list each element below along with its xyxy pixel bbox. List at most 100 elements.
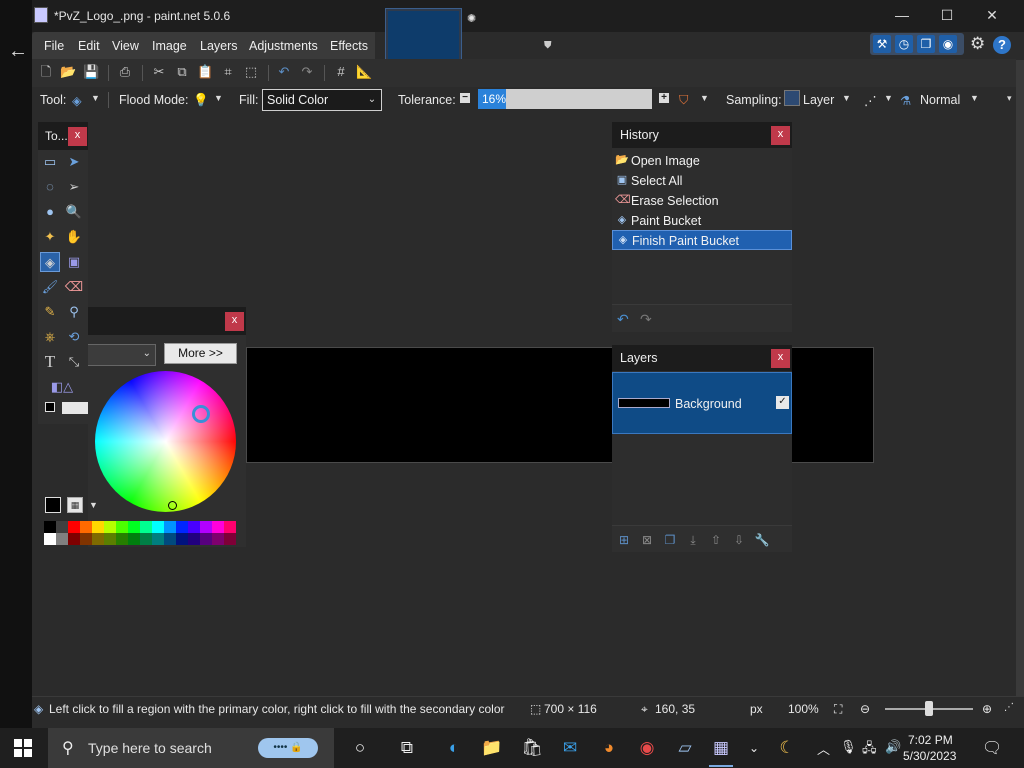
- tolerance-slider[interactable]: 16%: [478, 89, 652, 109]
- menu-image[interactable]: Image: [152, 39, 187, 53]
- pencil-tool-icon[interactable]: ✎: [40, 302, 60, 322]
- open-folder-icon[interactable]: 📂: [60, 64, 76, 80]
- magic-wand-tool-icon[interactable]: ✦: [40, 227, 60, 247]
- palette-swatch[interactable]: [56, 521, 68, 533]
- palette-swatch[interactable]: [188, 521, 200, 533]
- shapes-tool-icon[interactable]: ◧△: [40, 377, 84, 397]
- history-panel-header[interactable]: History x: [612, 122, 792, 148]
- notifications-icon[interactable]: 🗨: [982, 738, 1002, 758]
- palette-swatch[interactable]: [164, 521, 176, 533]
- palette-swatch[interactable]: [92, 521, 104, 533]
- settings-gear-icon[interactable]: ⚙: [970, 34, 985, 54]
- paintbrush-tool-icon[interactable]: 🖌: [40, 277, 60, 297]
- palette-swatch[interactable]: [224, 533, 236, 545]
- rectangle-select-tool-icon[interactable]: ▭: [40, 152, 60, 172]
- flood-mode-icon[interactable]: 💡: [193, 93, 209, 108]
- color-target-select[interactable]: ⌄: [88, 344, 156, 366]
- line-curve-tool-icon[interactable]: ⤡: [64, 352, 84, 372]
- vertical-scrollbar[interactable]: [1016, 60, 1024, 700]
- palette-swatch[interactable]: [68, 533, 80, 545]
- palette-swatch[interactable]: [92, 533, 104, 545]
- zoom-slider-thumb[interactable]: [925, 701, 933, 716]
- palette-swatch[interactable]: [80, 533, 92, 545]
- palette-swatch[interactable]: [80, 521, 92, 533]
- tray-overflow-icon[interactable]: ︿: [817, 739, 830, 758]
- cortana-icon[interactable]: ○: [348, 736, 372, 760]
- tools-panel-close-button[interactable]: x: [68, 127, 87, 146]
- volume-icon[interactable]: 🔊: [885, 739, 901, 755]
- tools-panel-header[interactable]: To... x: [38, 122, 88, 150]
- edge-browser-icon[interactable]: ◐: [442, 736, 466, 760]
- minimize-button[interactable]: —: [880, 4, 924, 28]
- palette-swatch[interactable]: [212, 521, 224, 533]
- zoom-to-window-icon[interactable]: ⛶: [834, 702, 842, 717]
- microsoft-store-icon[interactable]: 🛍: [520, 736, 544, 760]
- blend-mode-value[interactable]: Normal: [920, 93, 960, 107]
- crop-icon[interactable]: ⌗: [220, 64, 236, 80]
- selection-mode-icon[interactable]: ⋰: [864, 93, 877, 108]
- tools-window-toggle-icon[interactable]: ⚒: [873, 35, 891, 53]
- colors-panel-close-button[interactable]: x: [225, 312, 244, 331]
- chevron-down-icon[interactable]: ▼: [91, 93, 100, 103]
- zoom-in-icon[interactable]: ⊕: [982, 702, 992, 716]
- history-item[interactable]: ⌫ Erase Selection: [612, 191, 792, 211]
- help-icon[interactable]: ?: [993, 36, 1011, 54]
- palette-swatch[interactable]: [104, 521, 116, 533]
- zoom-level[interactable]: 100%: [788, 702, 819, 716]
- history-window-toggle-icon[interactable]: ◷: [895, 35, 913, 53]
- palette-swatch[interactable]: [140, 533, 152, 545]
- chevron-down-icon[interactable]: ▼: [970, 93, 979, 103]
- toolbar-overflow-icon[interactable]: ▾: [1007, 93, 1012, 104]
- palette-swatch[interactable]: [188, 533, 200, 545]
- new-image-icon[interactable]: 🗋: [38, 64, 54, 80]
- palette-swatch[interactable]: [176, 521, 188, 533]
- copy-icon[interactable]: ⧉: [174, 64, 190, 80]
- add-layer-icon[interactable]: ⊞: [616, 532, 632, 548]
- taskbar-search-box[interactable]: ⚲ Type here to search •••• 🔒: [48, 728, 334, 768]
- move-selected-tool-icon[interactable]: ➤: [64, 152, 84, 172]
- cut-icon[interactable]: ✂: [151, 64, 167, 80]
- history-item[interactable]: ◈ Paint Bucket: [612, 211, 792, 231]
- palette-swatch[interactable]: [116, 533, 128, 545]
- color-picker-tool-icon[interactable]: ⚲: [64, 302, 84, 322]
- palette-swatch[interactable]: [140, 521, 152, 533]
- lasso-select-tool-icon[interactable]: ◌: [40, 177, 60, 197]
- chevron-down-icon[interactable]: ▼: [884, 93, 893, 103]
- palette-swatch[interactable]: [68, 521, 80, 533]
- eraser-tool-icon[interactable]: ⌫: [64, 277, 84, 297]
- color-wheel-marker[interactable]: [192, 405, 210, 423]
- move-layer-down-icon[interactable]: ⇩: [731, 532, 747, 548]
- app-icon-red[interactable]: ◉: [635, 736, 659, 760]
- clock-date[interactable]: 5/30/2023: [903, 749, 956, 763]
- palette-options-icon[interactable]: ▦: [67, 497, 83, 513]
- layer-row-background[interactable]: Background ✓: [612, 372, 792, 434]
- units-selector[interactable]: px: [750, 702, 763, 716]
- more-colors-button[interactable]: More >>: [164, 343, 237, 364]
- layers-panel-header[interactable]: Layers x: [612, 345, 792, 371]
- rulers-icon[interactable]: 📐: [356, 64, 372, 80]
- menu-file[interactable]: File: [44, 39, 64, 53]
- redo-icon[interactable]: ↷: [299, 64, 315, 80]
- color-wheel[interactable]: [95, 371, 236, 512]
- clone-stamp-tool-icon[interactable]: ⎈: [40, 327, 60, 347]
- zoom-out-icon[interactable]: ⊖: [860, 702, 870, 716]
- sampling-value[interactable]: Layer: [803, 93, 834, 107]
- paintnet-taskbar-icon[interactable]: ▦: [709, 736, 733, 760]
- chevron-down-icon[interactable]: ▼: [89, 500, 98, 510]
- colors-panel-header[interactable]: x: [88, 307, 246, 335]
- ellipse-select-tool-icon[interactable]: ●: [40, 202, 60, 222]
- palette-swatch[interactable]: [152, 533, 164, 545]
- history-item-selected[interactable]: ◈ Finish Paint Bucket: [612, 230, 792, 250]
- palette-swatch[interactable]: [128, 521, 140, 533]
- file-explorer-icon[interactable]: 📁: [480, 736, 504, 760]
- paint-bucket-tool-icon[interactable]: ◈: [40, 252, 60, 272]
- move-selection-tool-icon[interactable]: ➢: [64, 177, 84, 197]
- task-view-icon[interactable]: ⧉: [395, 736, 419, 760]
- chevron-down-icon[interactable]: ▼: [842, 93, 851, 103]
- network-icon[interactable]: 🖧: [862, 739, 877, 761]
- redo-icon[interactable]: ↷: [640, 311, 652, 328]
- zoom-tool-icon[interactable]: 🔍: [64, 202, 84, 222]
- secondary-color-swatch[interactable]: [62, 402, 88, 414]
- menu-adjustments[interactable]: Adjustments: [249, 39, 318, 53]
- primary-color-swatch[interactable]: [45, 402, 55, 412]
